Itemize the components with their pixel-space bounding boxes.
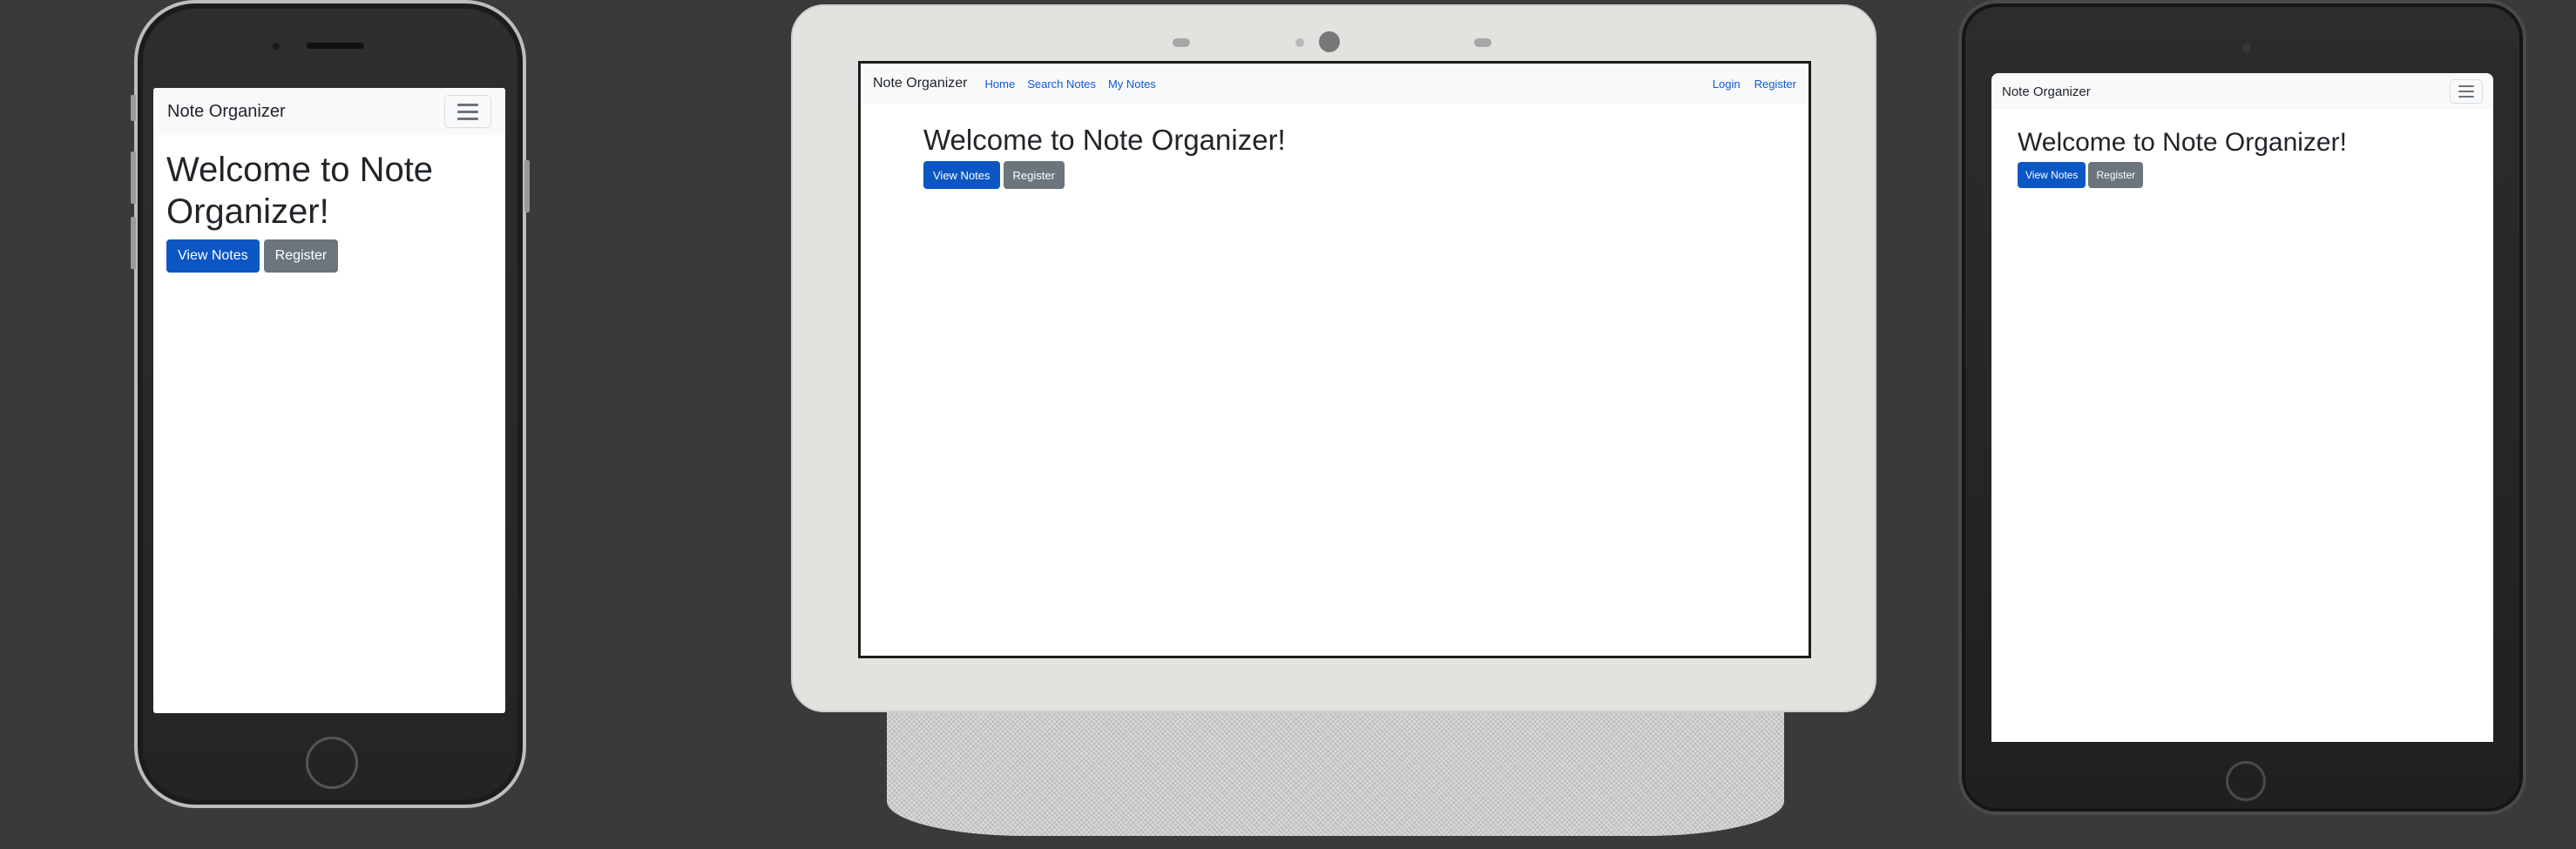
phone-mute-switch <box>131 95 136 121</box>
main-content: Welcome to Note Organizer! View Notes Re… <box>1991 110 2493 206</box>
register-button[interactable]: Register <box>1003 161 1065 189</box>
hub-screen: Note Organizer Home Search Notes My Note… <box>858 61 1811 658</box>
tablet-screen: Note Organizer Welcome to Note Organizer… <box>1991 73 2493 742</box>
page-title: Welcome to Note Organizer! <box>2018 128 2347 157</box>
phone-speaker-grille <box>307 43 364 49</box>
page-title: Welcome to Note Organizer! <box>923 124 1286 156</box>
page-title: Welcome to Note Organizer! <box>166 151 434 231</box>
hub-sensor-right <box>1474 38 1491 47</box>
hub-camera-icon <box>1319 31 1340 52</box>
hamburger-menu-icon <box>457 103 478 120</box>
phone-camera-icon <box>273 43 280 50</box>
nav-link-login[interactable]: Login <box>1713 77 1741 91</box>
register-button[interactable]: Register <box>263 239 339 273</box>
navbar-toggler-button[interactable] <box>444 95 491 128</box>
hero-actions: View Notes Register <box>2018 162 2467 188</box>
view-notes-button[interactable]: View Notes <box>166 239 260 273</box>
navbar-brand[interactable]: Note Organizer <box>873 76 968 91</box>
navbar: Note Organizer <box>153 88 505 135</box>
navbar-brand[interactable]: Note Organizer <box>167 102 286 122</box>
navbar-auth-links: Login Register <box>1699 77 1796 91</box>
navbar-toggler-button[interactable] <box>2450 79 2483 104</box>
nav-link-my-notes[interactable]: My Notes <box>1108 77 1156 91</box>
phone-volume-down-button <box>131 217 136 269</box>
hub-fabric-stand <box>887 697 1784 836</box>
main-content: Welcome to Note Organizer! View Notes Re… <box>861 104 1809 208</box>
navbar-brand[interactable]: Note Organizer <box>2002 84 2091 99</box>
tablet-camera-icon <box>2242 44 2251 52</box>
navbar: Note Organizer <box>1991 73 2493 110</box>
main-content: Welcome to Note Organizer! View Notes Re… <box>153 135 505 286</box>
nav-link-search-notes[interactable]: Search Notes <box>1027 77 1096 91</box>
register-button[interactable]: Register <box>2088 162 2144 188</box>
view-notes-button[interactable]: View Notes <box>2018 162 2086 188</box>
phone-volume-up-button <box>131 152 136 204</box>
nav-link-register[interactable]: Register <box>1755 77 1796 91</box>
hero-actions: View Notes Register <box>923 161 1746 189</box>
navbar: Note Organizer Home Search Notes My Note… <box>861 64 1809 104</box>
hamburger-menu-icon <box>2458 85 2474 98</box>
hero-actions: View Notes Register <box>166 239 492 273</box>
phone-power-button <box>524 160 530 212</box>
phone-screen: Note Organizer Welcome to Note Organizer… <box>153 88 505 713</box>
nav-link-home[interactable]: Home <box>985 77 1016 91</box>
hub-sensor-left <box>1173 38 1190 47</box>
tablet-home-button <box>2226 761 2266 801</box>
device-preview-stage: Note Organizer Welcome to Note Organizer… <box>0 0 2576 849</box>
phone-home-button <box>306 737 358 789</box>
hub-light-sensor <box>1295 38 1304 47</box>
view-notes-button[interactable]: View Notes <box>923 161 1000 189</box>
